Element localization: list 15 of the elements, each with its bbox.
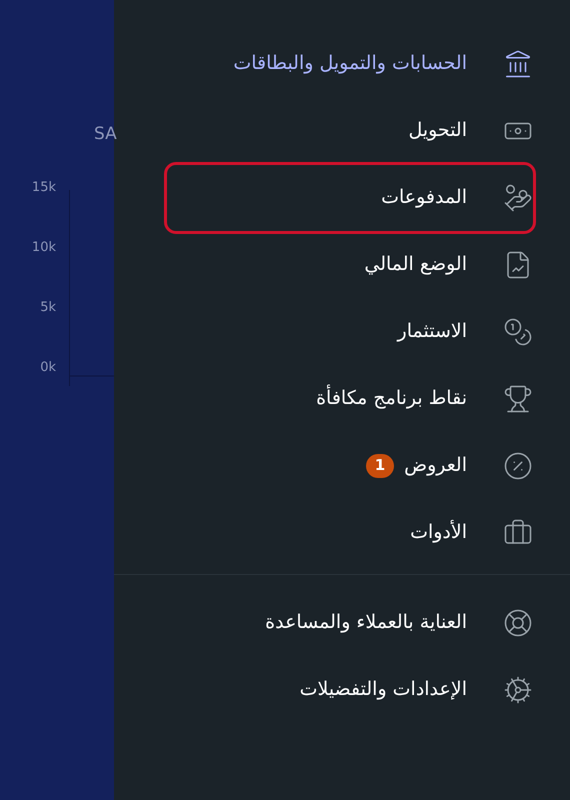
- percent-icon: [503, 450, 533, 480]
- count-badge: 1: [366, 454, 394, 478]
- axis-label: 5k: [39, 300, 56, 316]
- menu-item[interactable]: المدفوعات: [164, 162, 536, 234]
- bank-icon: [503, 48, 533, 78]
- menu-item[interactable]: الأدوات: [164, 496, 536, 568]
- axis-label: 10k: [30, 240, 56, 256]
- trophy-icon: [503, 384, 533, 414]
- axis-label: 0k: [39, 360, 56, 376]
- chart-title: SA: [94, 123, 117, 146]
- hand-money-icon: [503, 182, 533, 212]
- coins-icon: [503, 316, 533, 346]
- lifebuoy-icon: [503, 608, 533, 638]
- axis-label: 15k: [30, 180, 56, 196]
- settings-icon: [503, 674, 533, 704]
